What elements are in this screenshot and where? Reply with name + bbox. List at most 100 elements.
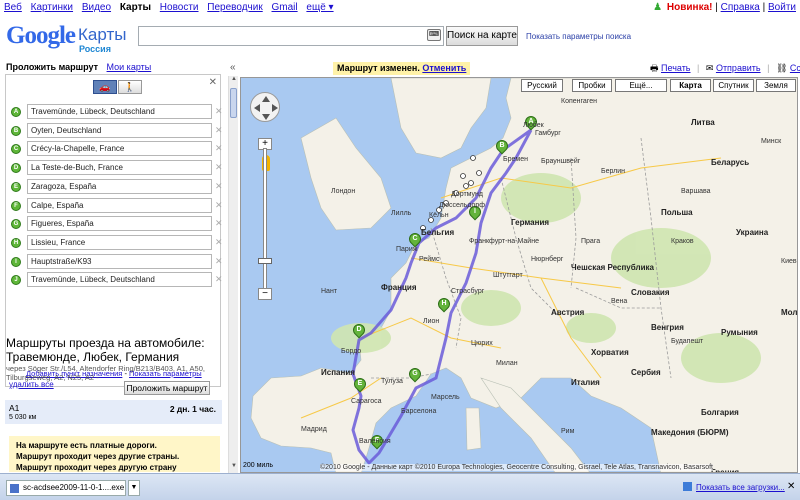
scroll-thumb[interactable] xyxy=(230,88,237,118)
waypoint-marker-icon[interactable]: F xyxy=(11,200,21,211)
traffic-button[interactable]: Пробки xyxy=(572,79,612,92)
remove-waypoint-icon[interactable]: ✕ xyxy=(215,218,223,229)
waypoint-marker-icon[interactable]: D xyxy=(11,163,21,174)
waypoint-input[interactable]: Hauptstraße/K93 xyxy=(27,253,212,269)
close-icon[interactable]: ✕ xyxy=(209,77,217,88)
marker-g[interactable]: G xyxy=(406,365,424,386)
waypoint-marker-icon[interactable]: J xyxy=(11,275,21,286)
city-label: Кёльн xyxy=(429,212,449,219)
waypoint-input[interactable]: Oyten, Deutschland xyxy=(27,122,212,138)
route-title: Маршруты проезда на автомобиле: Травемюн… xyxy=(6,336,205,364)
search-options-link[interactable]: Показать параметры поиска xyxy=(526,32,631,41)
search-button[interactable]: Поиск на карте xyxy=(446,26,518,46)
nav-translate[interactable]: Переводчик xyxy=(207,2,262,13)
nav-news[interactable]: Новости xyxy=(160,2,199,13)
nav-video[interactable]: Видео xyxy=(82,2,111,13)
help-link[interactable]: Справка xyxy=(721,2,760,13)
city-label: Минск xyxy=(761,138,782,145)
link-link[interactable]: Ссылка xyxy=(790,63,800,73)
waypoint-input[interactable]: Travemünde, Lübeck, Deutschland xyxy=(27,272,212,288)
remove-waypoint-icon[interactable]: ✕ xyxy=(215,237,223,248)
print-icon: 🖶 xyxy=(650,63,659,73)
signin-link[interactable]: Войти xyxy=(768,2,796,13)
map-type-terrain[interactable]: Земля xyxy=(756,79,796,92)
language-button[interactable]: Русский xyxy=(521,79,563,92)
remove-waypoint-icon[interactable]: ✕ xyxy=(215,274,223,285)
marker-e[interactable]: E xyxy=(351,375,369,396)
waypoint-input[interactable]: Crécy-la-Chapelle, France xyxy=(27,141,212,157)
map-canvas[interactable]: A B C D E F G H I Гамбург Бремен Брауншвей… xyxy=(240,77,798,473)
map-type-map[interactable]: Карта xyxy=(670,79,711,92)
remove-waypoint-icon[interactable]: ✕ xyxy=(215,200,223,211)
waypoint-row: G Figueres, España ✕ xyxy=(11,216,223,232)
scroll-up-icon[interactable]: ▲ xyxy=(229,76,239,86)
downloads-icon xyxy=(683,482,692,491)
city-label: Варшава xyxy=(681,188,711,195)
waypoint-input[interactable]: Zaragoza, España xyxy=(27,178,212,194)
country-label: Болгария xyxy=(701,408,739,417)
zoom-slider-handle[interactable] xyxy=(258,258,272,264)
nav-web[interactable]: Веб xyxy=(4,2,22,13)
remove-waypoint-icon[interactable]: ✕ xyxy=(215,125,223,136)
remove-all-link[interactable]: удалить все xyxy=(9,380,54,389)
tab-directions[interactable]: Проложить маршрут xyxy=(6,62,98,72)
print-link[interactable]: Печать xyxy=(661,63,690,73)
map-type-satellite[interactable]: Спутник xyxy=(713,79,754,92)
waypoint-marker-icon[interactable]: H xyxy=(11,237,21,248)
remove-waypoint-icon[interactable]: ✕ xyxy=(215,143,223,154)
marker-d[interactable]: D xyxy=(350,321,368,342)
tab-my-maps[interactable]: Мои карты xyxy=(107,62,152,72)
city-label: Штутгарт xyxy=(493,272,523,279)
nav-maps: Карты xyxy=(119,2,152,13)
country-label: Бельгия xyxy=(421,228,455,237)
city-label: Будапешт xyxy=(671,338,704,345)
left-panel-scrollbar[interactable]: ▲ ▼ xyxy=(228,76,238,473)
waypoint-input[interactable]: Figueres, España xyxy=(27,216,212,232)
remove-waypoint-icon[interactable]: ✕ xyxy=(215,181,223,192)
waypoint-marker-icon[interactable]: G xyxy=(11,219,21,230)
city-label: Дортмунд xyxy=(451,191,483,198)
close-download-bar-icon[interactable]: ✕ xyxy=(787,481,795,492)
remove-waypoint-icon[interactable]: ✕ xyxy=(215,256,223,267)
zoom-out-button[interactable]: − xyxy=(258,288,272,300)
show-all-link[interactable]: Показать все загрузки... xyxy=(696,483,785,492)
person-icon: ♟ xyxy=(653,2,663,13)
zoom-slider[interactable] xyxy=(263,148,267,293)
more-button[interactable]: Ещё... xyxy=(615,79,667,92)
scroll-down-icon[interactable]: ▼ xyxy=(229,463,239,473)
nav-gmail[interactable]: Gmail xyxy=(272,2,298,13)
car-mode-icon[interactable]: 🚗 xyxy=(93,80,117,94)
send-link[interactable]: Отправить xyxy=(716,63,761,73)
marker-h[interactable]: H xyxy=(435,295,453,316)
route-summary[interactable]: A1 5 030 км 2 дн. 1 час. xyxy=(5,400,222,424)
waypoint-marker-icon[interactable]: C xyxy=(11,144,21,155)
city-label: Брауншвейг xyxy=(541,158,581,165)
nav-images[interactable]: Картинки xyxy=(31,2,73,13)
download-item[interactable]: sc-acdsee2009-11-0-1....exe xyxy=(6,480,126,496)
city-label: Любек xyxy=(523,122,544,129)
waypoint-marker-icon[interactable]: E xyxy=(11,181,21,192)
header: Google Карты Россия ⌨ Поиск на карте Пок… xyxy=(0,16,800,75)
show-all-downloads[interactable]: Показать все загрузки... xyxy=(683,482,785,492)
download-menu-icon[interactable]: ▼ xyxy=(128,480,140,496)
collapse-panel-icon[interactable]: « xyxy=(230,62,238,73)
pan-control[interactable] xyxy=(250,92,280,122)
nav-more[interactable]: ещё ▾ xyxy=(306,2,333,13)
waypoint-marker-icon[interactable]: A xyxy=(11,107,21,117)
remove-waypoint-icon[interactable]: ✕ xyxy=(215,162,223,173)
waypoint-input[interactable]: Lissieu, France xyxy=(27,234,212,250)
panel-tabs: Проложить маршрут Мои карты xyxy=(6,62,151,72)
waypoint-input[interactable]: Calpe, España xyxy=(27,197,212,213)
waypoint-input[interactable]: La Teste-de-Buch, France xyxy=(27,160,212,176)
keyboard-icon[interactable]: ⌨ xyxy=(427,29,441,41)
undo-link[interactable]: Отменить xyxy=(422,63,466,73)
get-directions-button[interactable]: Проложить маршрут xyxy=(124,381,210,395)
remove-waypoint-icon[interactable]: ✕ xyxy=(215,106,223,117)
walk-mode-icon[interactable]: 🚶 xyxy=(118,80,142,94)
search-input[interactable] xyxy=(138,26,444,46)
waypoint-marker-icon[interactable]: I xyxy=(11,256,21,267)
google-maps-logo[interactable]: Google Карты Россия xyxy=(6,22,136,58)
new-badge[interactable]: Новинка! xyxy=(667,2,713,13)
waypoint-input[interactable]: Travemünde, Lübeck, Deutschland xyxy=(27,104,212,119)
waypoint-marker-icon[interactable]: B xyxy=(11,125,21,136)
